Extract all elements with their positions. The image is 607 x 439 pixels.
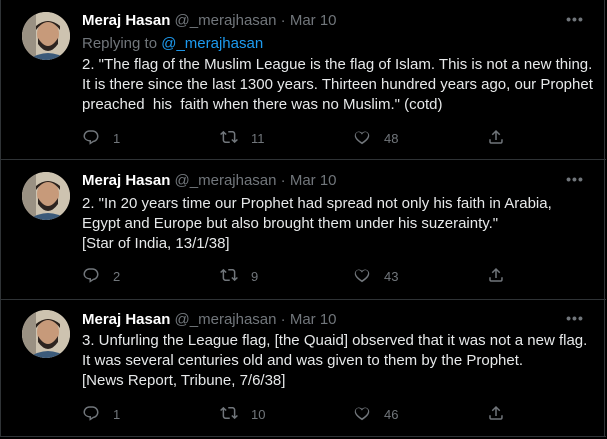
author-name[interactable]: Meraj Hasan <box>82 172 170 189</box>
reply-icon <box>82 404 100 425</box>
avatar[interactable] <box>22 12 70 60</box>
tweet[interactable]: Meraj Hasan @_merajhasan · Mar 10 ••• Re… <box>1 0 606 160</box>
tweet-header: Meraj Hasan @_merajhasan · Mar 10 <box>82 11 337 31</box>
more-dots-icon[interactable]: ••• <box>566 311 584 330</box>
author-handle[interactable]: @_merajhasan <box>175 12 277 29</box>
share-icon <box>487 404 505 425</box>
tweet-text: 2. "In 20 years time our Prophet had spr… <box>82 194 602 254</box>
tweet-text: 2. "The flag of the Muslim League is the… <box>82 55 602 115</box>
retweet-button[interactable]: 11 <box>220 128 265 148</box>
tweet-date[interactable]: Mar 10 <box>290 172 337 189</box>
tweet-date[interactable]: Mar 10 <box>290 311 337 328</box>
like-button[interactable]: 43 <box>353 266 398 286</box>
tweet-actions: 1 10 46 <box>82 404 602 424</box>
heart-icon <box>353 266 371 287</box>
tweet-text-line: 2. "The flag of the Muslim League is the… <box>82 56 593 73</box>
retweet-count: 9 <box>251 268 259 284</box>
reply-icon <box>82 266 100 287</box>
tweet-text-line: preached his faith when there was no Mus… <box>82 96 443 113</box>
retweet-button[interactable]: 10 <box>220 404 265 424</box>
like-button[interactable]: 48 <box>353 128 398 148</box>
separator: · <box>280 311 286 328</box>
tweet-text-line: [News Report, Tribune, 7/6/38] <box>82 372 286 389</box>
tweet-actions: 2 9 43 <box>82 266 602 286</box>
author-name[interactable]: Meraj Hasan <box>82 12 170 29</box>
tweet-text: 3. Unfurling the League flag, [the Quaid… <box>82 331 602 391</box>
tweet-text-line: [Star of India, 13/1/38] <box>82 235 230 252</box>
avatar[interactable] <box>22 172 70 220</box>
share-icon <box>487 266 505 287</box>
author-handle[interactable]: @_merajhasan <box>175 172 277 189</box>
separator: · <box>280 12 286 29</box>
tweet[interactable]: Meraj Hasan @_merajhasan · Mar 10 ••• 2.… <box>1 160 606 300</box>
retweet-icon <box>220 266 238 287</box>
replying-to: Replying to @_merajhasan <box>82 34 263 54</box>
tweet-header: Meraj Hasan @_merajhasan · Mar 10 <box>82 310 337 330</box>
retweet-count: 11 <box>251 130 265 146</box>
tweet-actions: 1 11 48 <box>82 128 602 148</box>
tweet-text-line: 2. "In 20 years time our Prophet had spr… <box>82 195 552 212</box>
tweet-header: Meraj Hasan @_merajhasan · Mar 10 <box>82 171 337 191</box>
like-button[interactable]: 46 <box>353 404 398 424</box>
tweet-text-line: It was several centuries old and was giv… <box>82 352 524 369</box>
replying-to-label: Replying to <box>82 35 158 52</box>
author-handle[interactable]: @_merajhasan <box>175 311 277 328</box>
heart-icon <box>353 404 371 425</box>
reply-count: 2 <box>113 268 121 284</box>
tweet-date[interactable]: Mar 10 <box>290 12 337 29</box>
like-count: 48 <box>384 130 399 146</box>
tweet-text-line: It is there since the last 1300 years. T… <box>82 76 593 93</box>
avatar[interactable] <box>22 310 70 358</box>
like-count: 43 <box>384 268 399 284</box>
reply-button[interactable]: 2 <box>82 266 120 286</box>
replying-to-handle[interactable]: @_merajhasan <box>161 35 263 52</box>
retweet-icon <box>220 128 238 149</box>
tweet-text-line: 3. Unfurling the League flag, [the Quaid… <box>82 332 588 349</box>
reply-button[interactable]: 1 <box>82 128 120 148</box>
reply-count: 1 <box>113 406 121 422</box>
separator: · <box>280 172 286 189</box>
timeline: Meraj Hasan @_merajhasan · Mar 10 ••• Re… <box>0 0 606 437</box>
retweet-button[interactable]: 9 <box>220 266 258 286</box>
retweet-count: 10 <box>251 406 266 422</box>
like-count: 46 <box>384 406 399 422</box>
share-button[interactable] <box>487 266 505 286</box>
reply-button[interactable]: 1 <box>82 404 120 424</box>
more-dots-icon[interactable]: ••• <box>566 12 584 31</box>
more-dots-icon[interactable]: ••• <box>566 172 584 191</box>
reply-count: 1 <box>113 130 121 146</box>
heart-icon <box>353 128 371 149</box>
retweet-icon <box>220 404 238 425</box>
share-button[interactable] <box>487 404 505 424</box>
reply-icon <box>82 128 100 149</box>
tweet[interactable]: Meraj Hasan @_merajhasan · Mar 10 ••• 3.… <box>1 300 606 437</box>
share-button[interactable] <box>487 128 505 148</box>
tweet-text-line: Egypt and Europe but also brought them u… <box>82 215 499 232</box>
share-icon <box>487 128 505 149</box>
author-name[interactable]: Meraj Hasan <box>82 311 170 328</box>
